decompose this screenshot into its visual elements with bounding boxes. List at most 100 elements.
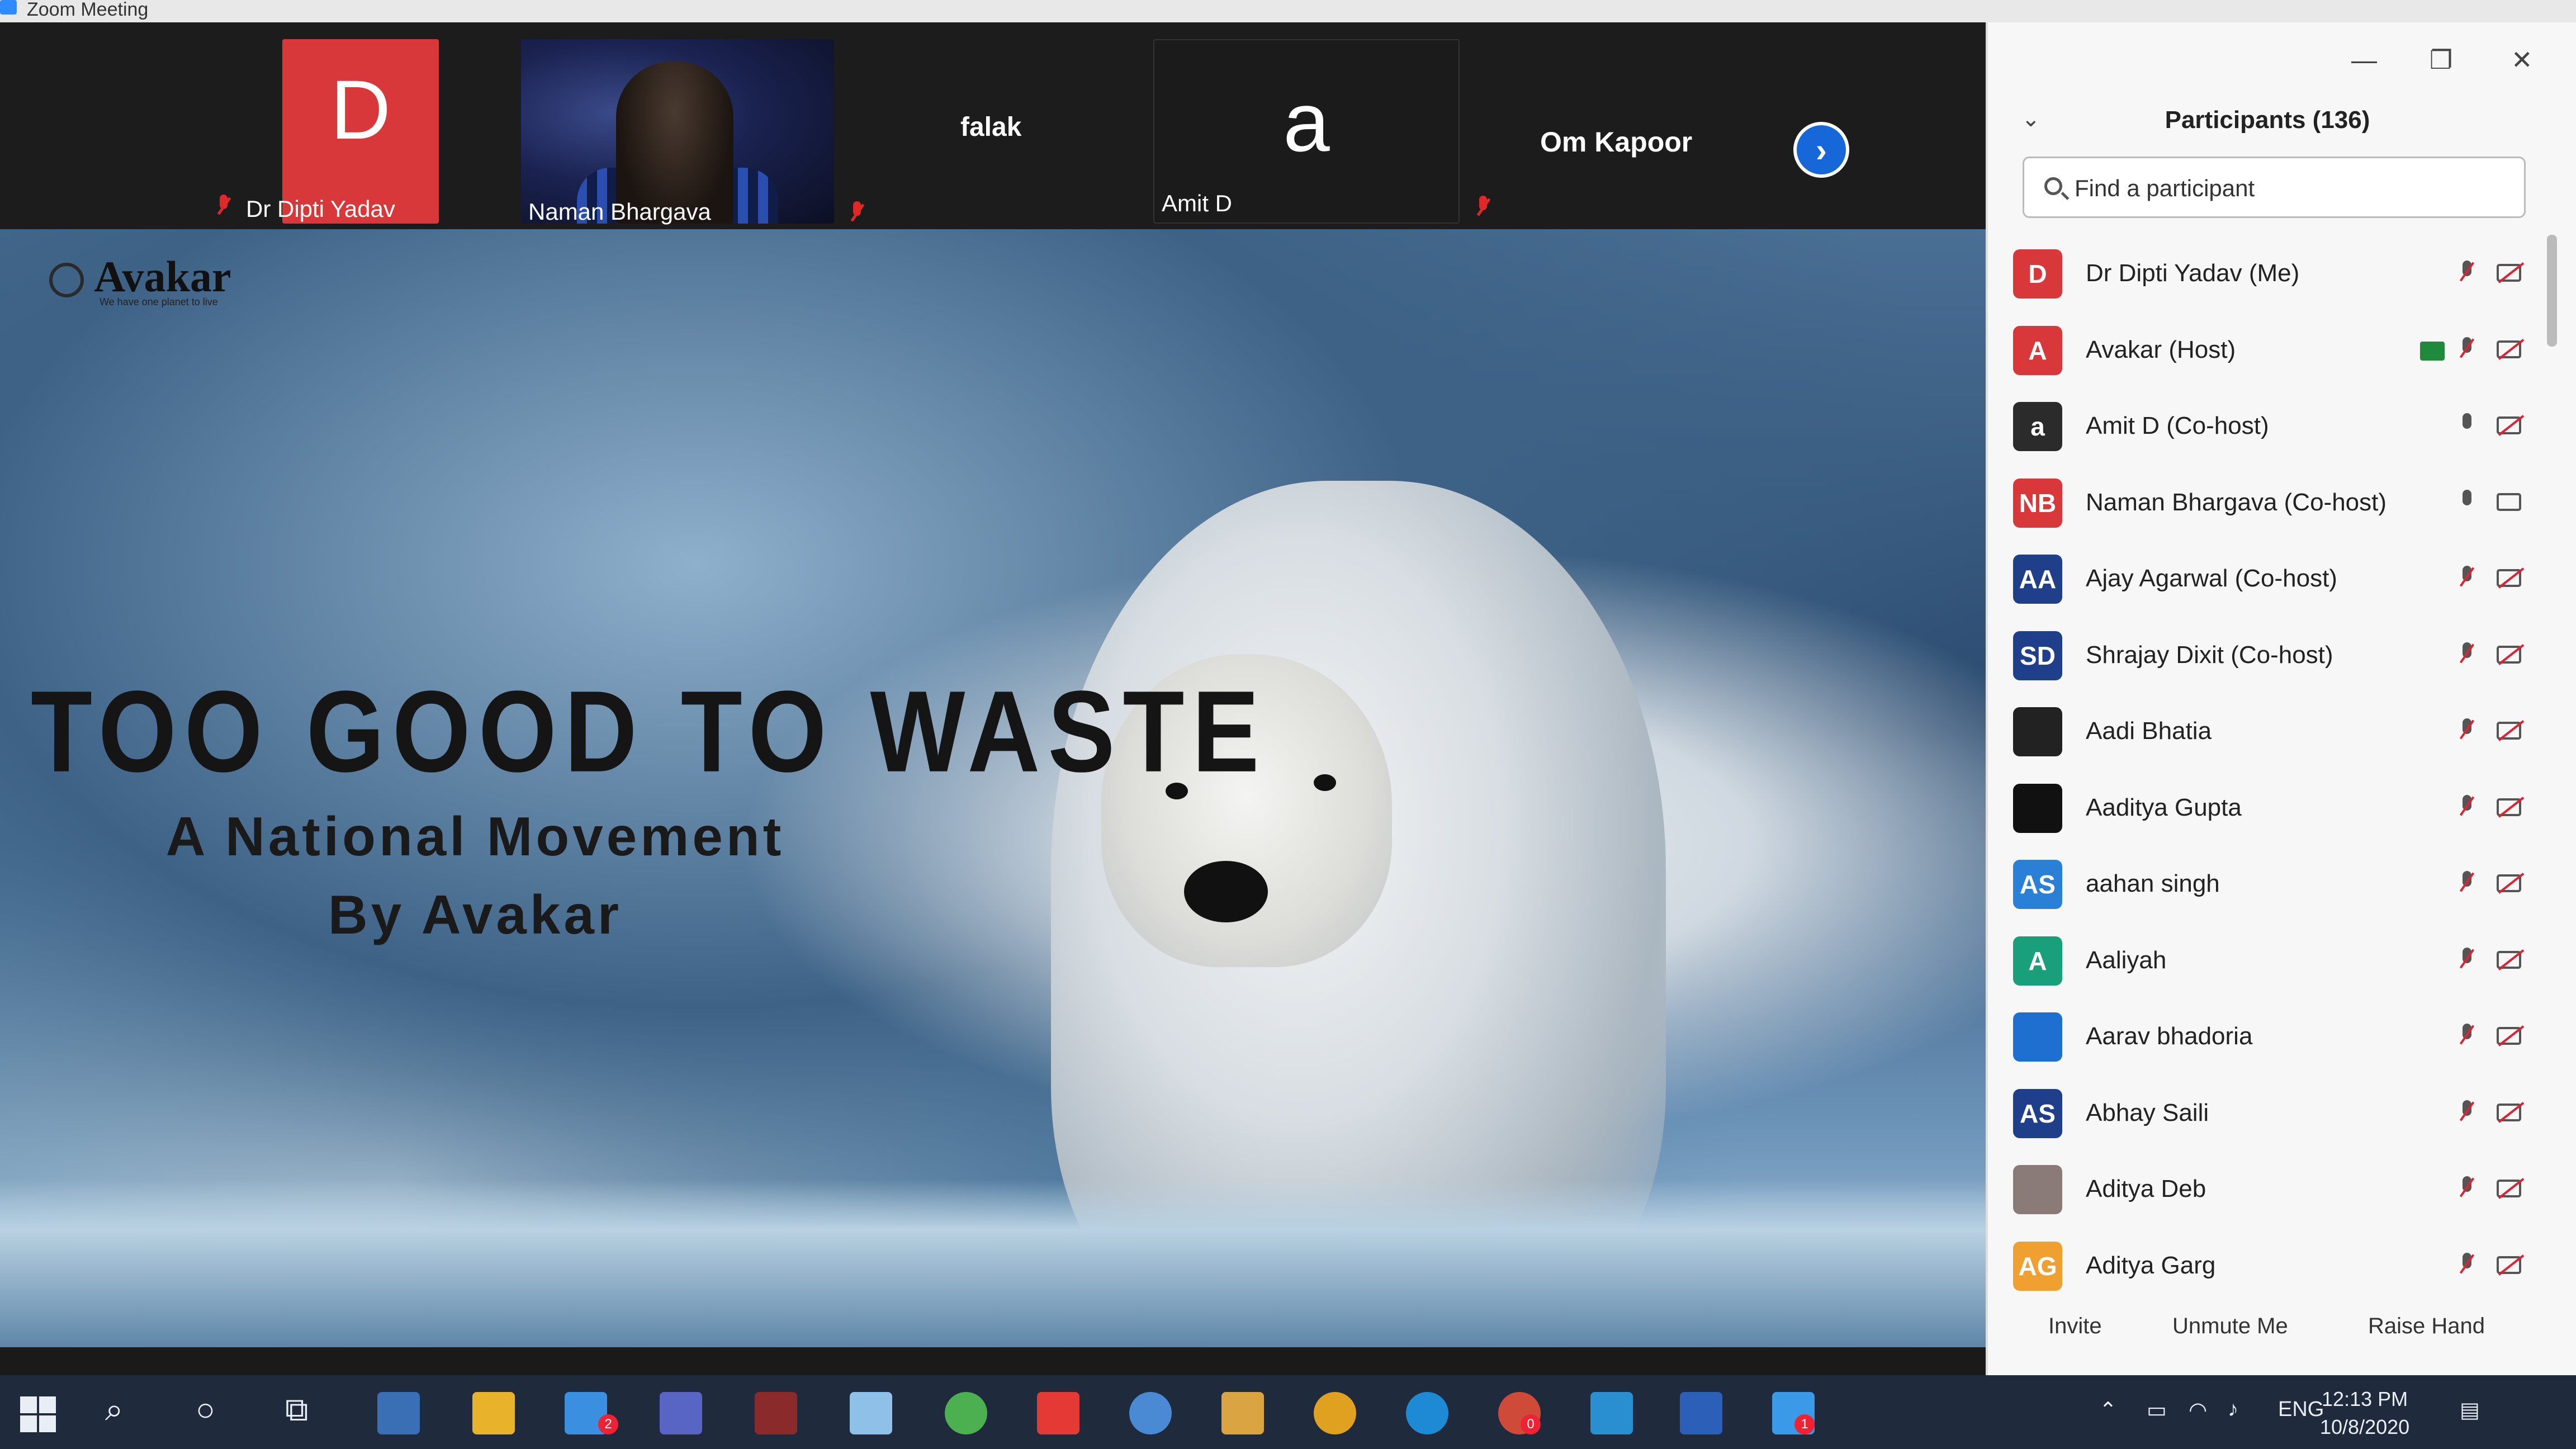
participant-name: Naman Bhargava (Co-host) xyxy=(2086,488,2387,516)
system-clock[interactable]: 12:13 PM 10/8/2020 xyxy=(2320,1385,2409,1441)
slide-subtitle-line2: By Avakar xyxy=(328,884,623,945)
participant-row[interactable]: AS aahan singh xyxy=(2013,845,2550,922)
discord-icon[interactable] xyxy=(660,1392,702,1434)
muted-mic-icon xyxy=(215,195,232,220)
muted-mic-icon xyxy=(1475,196,1491,221)
video-icon xyxy=(2497,493,2521,511)
mic-muted-icon xyxy=(2460,947,2474,972)
video-off-icon xyxy=(2497,264,2521,282)
torrent-icon[interactable] xyxy=(945,1392,987,1434)
search-icon[interactable]: ⌕ xyxy=(105,1391,123,1429)
video-off-icon xyxy=(2497,569,2521,587)
mic-muted-icon xyxy=(2460,794,2474,820)
participant-row[interactable]: A Avakar (Host) xyxy=(2013,311,2550,388)
video-off-icon xyxy=(2497,1256,2521,1274)
notes-icon[interactable] xyxy=(850,1392,892,1434)
participant-name: Aarav bhadoria xyxy=(2086,1022,2253,1050)
file-explorer-icon[interactable] xyxy=(472,1392,515,1434)
avatar-initial: a xyxy=(1283,75,1330,169)
wifi-icon[interactable]: ◠ xyxy=(2189,1398,2207,1423)
ice-water xyxy=(0,1180,1986,1347)
tile-name-om-kapoor[interactable]: Om Kapoor xyxy=(1540,126,1692,158)
participant-row[interactable]: Aditya Deb xyxy=(2013,1150,2550,1227)
video-off-icon xyxy=(2497,645,2521,664)
participant-row[interactable]: AA Ajay Agarwal (Co-host) xyxy=(2013,540,2550,617)
close-icon: ✕ xyxy=(2511,45,2533,74)
participant-row[interactable]: SD Shrajay Dixit (Co-host) xyxy=(2013,617,2550,693)
app-icon[interactable] xyxy=(1129,1392,1172,1434)
participant-row[interactable]: D Dr Dipti Yadav (Me) xyxy=(2013,235,2550,311)
next-page-button[interactable]: › xyxy=(1793,122,1849,178)
notifications-icon[interactable]: ▤ xyxy=(2460,1398,2480,1423)
show-hidden-icons[interactable]: ⌃ xyxy=(2099,1398,2117,1423)
mic-icon xyxy=(2460,489,2474,514)
zoom-badge: 1 xyxy=(1794,1414,1815,1434)
participant-row[interactable]: Aaditya Gupta xyxy=(2013,769,2550,846)
video-off-icon xyxy=(2497,1103,2521,1121)
search-icon xyxy=(2044,177,2062,195)
participant-row[interactable]: AG Aditya Garg xyxy=(2013,1227,2550,1304)
participant-name: Abhay Saili xyxy=(2086,1098,2209,1126)
participant-name: Dr Dipti Yadav (Me) xyxy=(2086,259,2300,287)
video-off-icon xyxy=(2497,1027,2521,1045)
clock-time: 12:13 PM xyxy=(2322,1388,2408,1410)
invite-button[interactable]: Invite xyxy=(2048,1314,2102,1339)
battery-icon[interactable]: ▭ xyxy=(2147,1398,2167,1423)
participant-row[interactable]: NB Naman Bhargava (Co-host) xyxy=(2013,464,2550,541)
video-off-icon xyxy=(2497,1180,2521,1197)
avatar: a xyxy=(2013,402,2062,451)
search-placeholder: Find a participant xyxy=(2075,175,2255,201)
language-indicator[interactable]: ENG xyxy=(2278,1398,2324,1422)
video-gallery-strip: D Dr Dipti Yadav Naman Bhargava falak a … xyxy=(0,22,1986,257)
video-tile-naman-bhargava[interactable] xyxy=(521,39,834,224)
avatar: AS xyxy=(2013,860,2062,909)
cortana-icon[interactable]: ○ xyxy=(196,1391,215,1428)
mic-muted-icon xyxy=(2460,261,2474,285)
window-titlebar: Zoom Meeting xyxy=(0,0,2576,22)
participant-name: aahan singh xyxy=(2086,870,2220,897)
app-icon[interactable] xyxy=(1037,1392,1079,1434)
store-icon[interactable] xyxy=(377,1392,420,1434)
slide-logo: Avakar xyxy=(94,252,231,301)
unmute-me-button[interactable]: Unmute Me xyxy=(2172,1314,2288,1339)
volume-icon[interactable]: ♪ xyxy=(2228,1398,2238,1422)
participant-row[interactable]: Aadi Bhatia xyxy=(2013,693,2550,769)
participant-row[interactable]: a Amit D (Co-host) xyxy=(2013,387,2550,464)
video-off-icon xyxy=(2497,722,2521,740)
avatar xyxy=(2013,707,2062,756)
avakar-logo-icon xyxy=(49,263,84,297)
participants-header: Participants (136) xyxy=(2165,106,2370,134)
avatar: A xyxy=(2013,325,2062,375)
tile-name-falak[interactable]: falak xyxy=(960,112,1021,143)
start-button[interactable] xyxy=(16,1392,58,1434)
participant-row[interactable]: A Aaliyah xyxy=(2013,922,2550,998)
chevron-right-icon: › xyxy=(1816,131,1827,169)
photos-icon[interactable] xyxy=(1590,1392,1633,1434)
restore-button[interactable]: ❐ xyxy=(2430,45,2452,75)
chrome-icon[interactable] xyxy=(1314,1392,1356,1434)
mic-icon xyxy=(2460,413,2474,438)
mic-muted-icon xyxy=(2460,1252,2474,1277)
windows-taskbar: ⌕ ○ ⧉ 2 0 1 ⌃ ▭ ◠ ♪ ENG 12:13 PM 10/8/20… xyxy=(0,1375,2576,1449)
edge-icon[interactable] xyxy=(1406,1392,1448,1434)
avatar xyxy=(2013,783,2062,833)
find-participant-search[interactable]: Find a participant xyxy=(2023,157,2526,218)
avatar: NB xyxy=(2013,478,2062,528)
participant-list: D Dr Dipti Yadav (Me) A Avakar (Host) a Amit … xyxy=(2013,235,2550,1303)
participant-row[interactable]: AS Abhay Saili xyxy=(2013,1074,2550,1151)
word-icon[interactable] xyxy=(1680,1392,1722,1434)
avatar xyxy=(2013,1165,2062,1214)
participant-list-scrollbar[interactable] xyxy=(2547,235,2557,347)
raise-hand-button[interactable]: Raise Hand xyxy=(2368,1314,2485,1339)
chrome-badge: 0 xyxy=(1521,1414,1541,1434)
close-button[interactable]: ✕ xyxy=(2511,45,2533,75)
participant-name: Shrajay Dixit (Co-host) xyxy=(2086,641,2333,669)
mic-muted-icon xyxy=(2460,1024,2474,1048)
muted-mic-icon xyxy=(849,201,865,227)
minimize-button[interactable]: — xyxy=(2351,45,2377,75)
mic-muted-icon xyxy=(2460,871,2474,896)
task-view-icon[interactable]: ⧉ xyxy=(285,1391,308,1429)
participant-row[interactable]: Aarav bhadoria xyxy=(2013,998,2550,1074)
app-icon[interactable] xyxy=(755,1392,797,1434)
folder-icon[interactable] xyxy=(1221,1392,1264,1434)
